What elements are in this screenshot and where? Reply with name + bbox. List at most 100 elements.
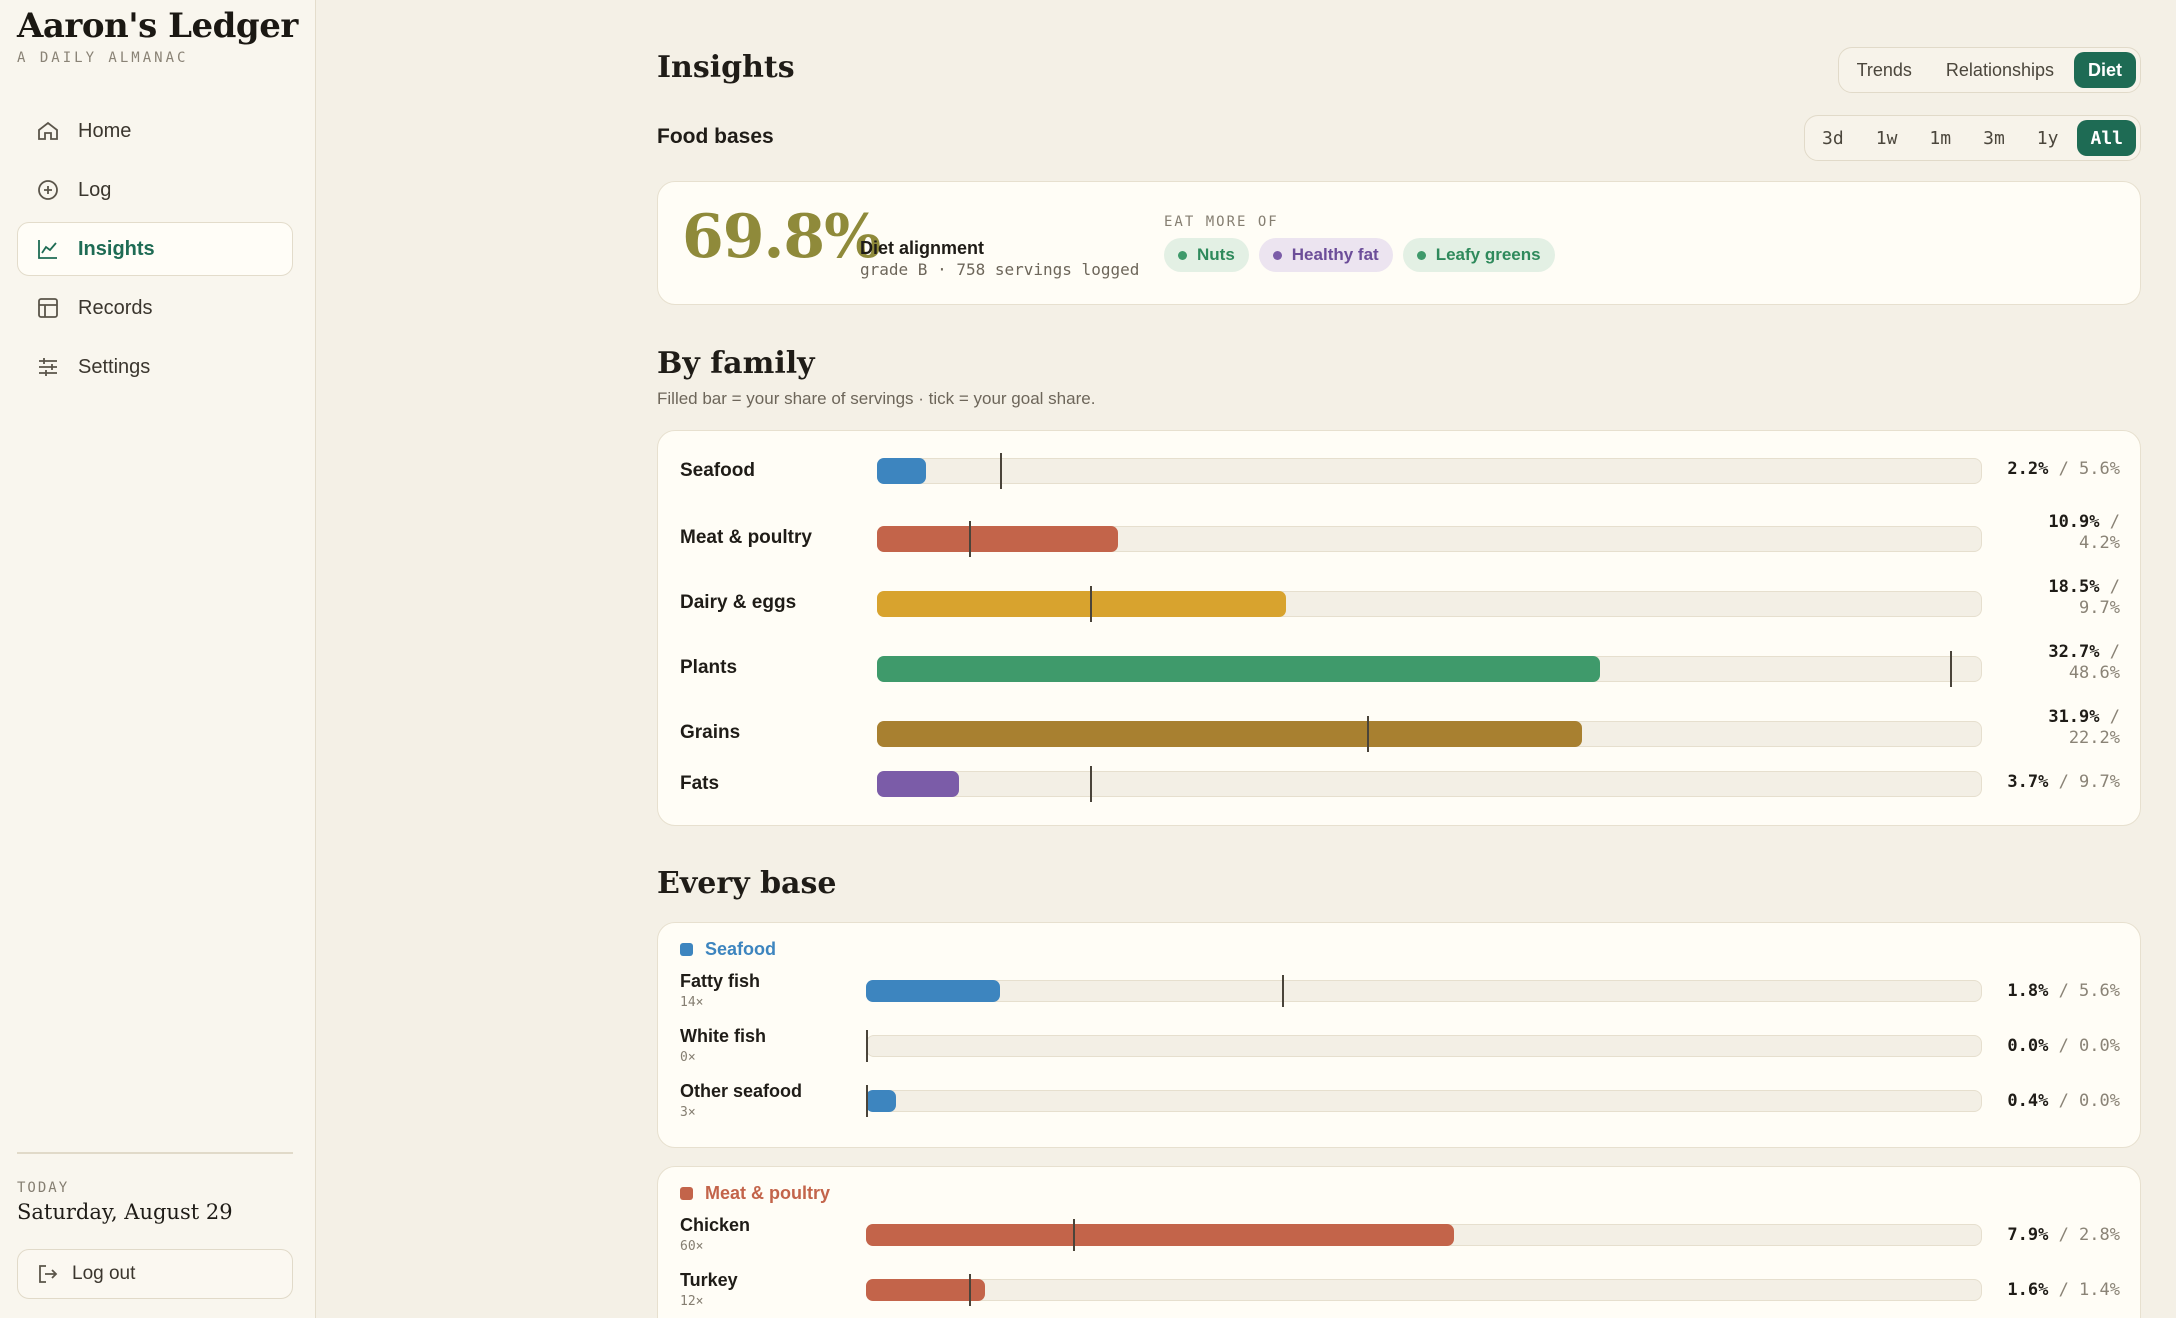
sidebar-item-log[interactable]: Log (17, 163, 293, 217)
family-goal-tick (999, 453, 1002, 489)
family-share-value: 2.2% / 5.6% (2007, 459, 2120, 480)
base-row: Chicken 60× 7.9% / 2.8% (658, 1215, 2142, 1263)
share-label: 18.5% (2048, 577, 2100, 597)
family-name: Meat & poultry (680, 527, 812, 548)
goal-label: 1.4% (2079, 1280, 2120, 1300)
base-bar-track (866, 1085, 1982, 1117)
range-all[interactable]: All (2077, 120, 2136, 156)
goal-label: 9.7% (2079, 598, 2120, 618)
family-share-value: 10.9% / 4.2% (2048, 512, 2120, 554)
base-row: Fatty fish 14× 1.8% / 5.6% (658, 971, 2142, 1019)
range-3m[interactable]: 3m (1970, 120, 2018, 156)
plus-circle-icon (36, 178, 60, 202)
base-share-bar (866, 1090, 896, 1112)
section-label: Food bases (657, 125, 774, 148)
base-name: Chicken (680, 1215, 751, 1235)
base-group-label: Meat & poultry (705, 1183, 831, 1203)
range-1m[interactable]: 1m (1916, 120, 1964, 156)
app-subtitle: A DAILY ALMANAC (17, 50, 189, 66)
family-share-value: 3.7% / 9.7% (2007, 772, 2120, 793)
eat-more-chips: Nuts Healthy fat Leafy greens (1164, 238, 1555, 272)
value-separator: / (2048, 1225, 2080, 1245)
page-title: Insights (657, 50, 795, 85)
base-count: 12× (680, 1294, 704, 1309)
eat-more-chip[interactable]: Leafy greens (1402, 238, 1555, 272)
tab-relationships[interactable]: Relationships (1932, 52, 2068, 88)
eat-more-label: EAT MORE OF (1164, 214, 1279, 230)
tab-diet[interactable]: Diet (2073, 52, 2136, 88)
share-label: 32.7% (2048, 642, 2100, 662)
base-share-value: 7.9% / 2.8% (2007, 1225, 2120, 1246)
value-separator: / (2048, 1036, 2080, 1056)
base-goal-tick (969, 1274, 972, 1306)
base-group-card: Meat & poultry Chicken 60× 7.9% / 2.8% Turke… (657, 1166, 2141, 1318)
sidebar: Aaron's Ledger A DAILY ALMANAC Home Log … (0, 0, 316, 1318)
logout-icon (39, 1265, 58, 1283)
today-label: TODAY (17, 1180, 70, 1196)
eat-more-chip[interactable]: Healthy fat (1258, 238, 1393, 272)
sidebar-item-settings[interactable]: Settings (17, 340, 293, 394)
base-share-value: 0.4% / 0.0% (2007, 1091, 2120, 1112)
base-count: 0× (680, 1050, 696, 1065)
goal-label: 22.2% (2068, 728, 2120, 748)
family-row: Fats 3.7% / 9.7% (658, 766, 2142, 826)
by-family-card: Seafood 2.2% / 5.6% Meat & poultry 10.9% / … (657, 430, 2141, 826)
family-bar-track (877, 521, 1982, 557)
chip-label: Nuts (1197, 245, 1235, 264)
family-share-bar (877, 458, 926, 484)
goal-label: 0.0% (2079, 1091, 2120, 1111)
base-goal-tick (1073, 1219, 1076, 1251)
base-share-value: 0.0% / 0.0% (2007, 1036, 2120, 1057)
range-3d[interactable]: 3d (1809, 120, 1857, 156)
diet-alignment-sub: grade B · 758 servings logged (860, 260, 1140, 279)
base-name: White fish (680, 1026, 766, 1046)
family-row: Seafood 2.2% / 5.6% (658, 453, 2142, 513)
family-color-swatch (680, 1187, 693, 1200)
base-group-header: Seafood (680, 939, 776, 960)
base-share-bar (866, 980, 1000, 1002)
base-goal-tick (866, 1030, 868, 1062)
family-goal-tick (1950, 651, 1953, 687)
today-date: Saturday, August 29 (17, 1200, 233, 1224)
share-label: 0.4% (2007, 1091, 2049, 1111)
base-bar-track (866, 1274, 1982, 1306)
value-separator: / (2048, 981, 2080, 1001)
tab-trends[interactable]: Trends (1843, 52, 1926, 88)
share-label: 3.7% (2007, 772, 2049, 792)
base-name: Fatty fish (680, 971, 761, 991)
base-name: Turkey (680, 1270, 738, 1290)
family-share-bar (877, 656, 1600, 682)
base-share-value: 1.8% / 5.6% (2007, 981, 2120, 1002)
sidebar-divider (17, 1152, 293, 1154)
family-goal-tick (968, 521, 971, 557)
logout-button[interactable]: Log out (17, 1249, 293, 1299)
value-separator: / (2048, 459, 2080, 479)
value-separator: / (2099, 707, 2120, 727)
sliders-icon (36, 355, 60, 379)
range-1y[interactable]: 1y (2024, 120, 2072, 156)
family-name: Grains (680, 722, 741, 743)
base-group-header: Meat & poultry (680, 1183, 830, 1204)
sidebar-item-insights[interactable]: Insights (17, 222, 293, 276)
sidebar-item-label: Log (78, 178, 112, 201)
family-row: Grains 31.9% / 22.2% (658, 707, 2142, 767)
share-label: 1.6% (2007, 1280, 2049, 1300)
base-count: 60× (680, 1239, 704, 1254)
family-share-value: 31.9% / 22.2% (2048, 707, 2120, 749)
base-count: 3× (680, 1105, 696, 1120)
goal-label: 5.6% (2079, 459, 2120, 479)
sidebar-item-label: Settings (78, 355, 151, 378)
family-bar-track (877, 716, 1982, 752)
goal-label: 48.6% (2068, 663, 2120, 683)
chip-dot-icon (1272, 250, 1282, 260)
chip-dot-icon (1178, 250, 1187, 260)
sidebar-item-home[interactable]: Home (17, 104, 293, 158)
by-family-subtitle: Filled bar = your share of servings · ti… (657, 389, 1096, 408)
sidebar-item-records[interactable]: Records (17, 281, 293, 335)
chip-label: Healthy fat (1291, 245, 1379, 264)
base-bar-track (866, 975, 1982, 1007)
range-selector: 3d 1w 1m 3m 1y All (1804, 115, 2141, 161)
base-share-bar (866, 1279, 986, 1301)
eat-more-chip[interactable]: Nuts (1164, 238, 1249, 272)
range-1w[interactable]: 1w (1863, 120, 1911, 156)
